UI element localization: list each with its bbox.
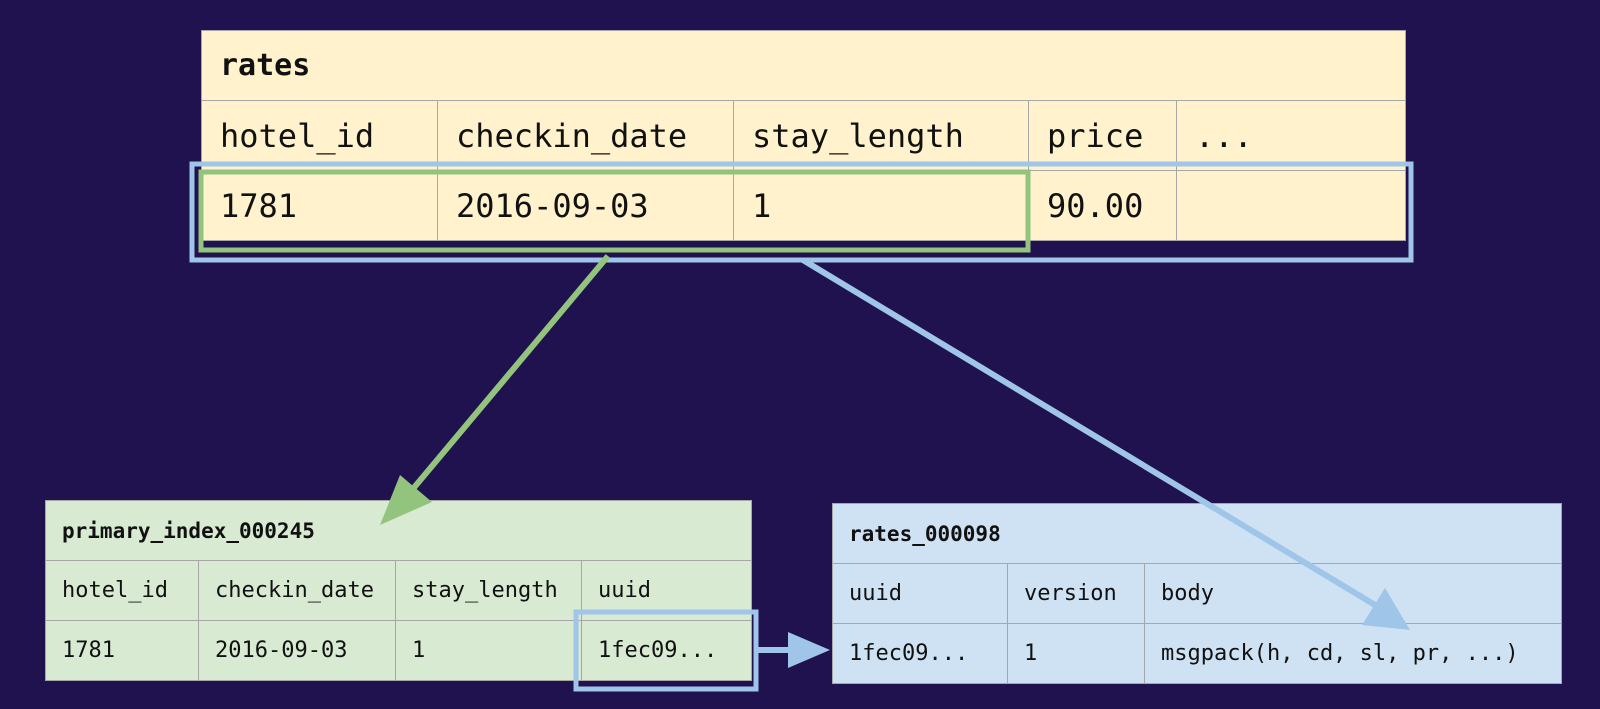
uuid-arrow-head: [788, 632, 830, 668]
body-arrow-head: [1362, 588, 1410, 630]
uuid-cell-highlight: [573, 609, 759, 692]
primary-key-highlight: [198, 169, 1031, 253]
body-arrow-line: [801, 257, 1377, 608]
connector-overlay: [189, 161, 1414, 692]
index-arrow-head: [380, 475, 432, 525]
full-row-highlight: [189, 161, 1414, 263]
index-arrow-line: [409, 254, 611, 492]
